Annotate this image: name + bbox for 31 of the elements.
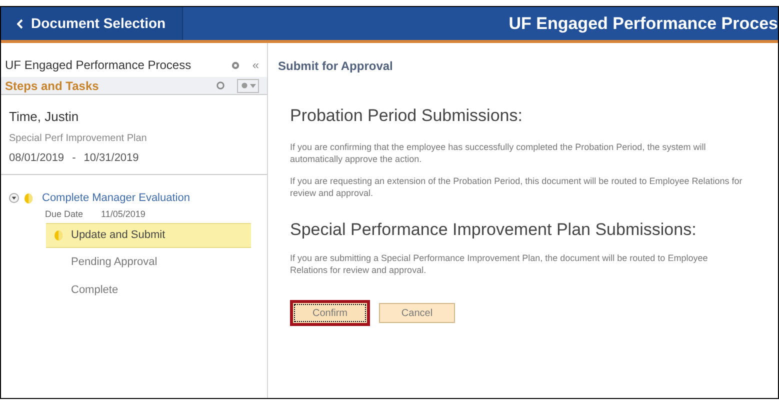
section-heading: Special Performance Improvement Plan Submissions: xyxy=(290,218,698,240)
end-date: 10/31/2019 xyxy=(84,150,139,166)
task-link[interactable]: Complete Manager Evaluation xyxy=(42,190,190,206)
plan-name: Special Perf Improvement Plan xyxy=(9,132,148,146)
caret-icon xyxy=(250,84,256,88)
section-heading: Probation Period Submissions: xyxy=(290,105,524,127)
info-paragraph: If you are requesting an extension of the Probation Period, this document will be routed to Employee Relations for review and approval. xyxy=(290,174,744,198)
refresh-icon[interactable] xyxy=(216,81,225,90)
gear-icon xyxy=(240,82,248,89)
due-date: 11/05/2019 xyxy=(101,208,146,222)
settings-icon[interactable] xyxy=(231,60,240,70)
collapse-button[interactable]: « xyxy=(252,56,259,74)
actions-menu-button[interactable] xyxy=(237,78,259,92)
date-separator: - xyxy=(72,150,76,166)
section-title: Steps and Tasks xyxy=(5,78,100,94)
start-date: 08/01/2019 xyxy=(9,150,64,166)
back-chevron-icon xyxy=(17,18,23,28)
sidebar-title: UF Engaged Performance Process xyxy=(5,57,192,74)
step-item[interactable]: Pending Approval xyxy=(46,248,251,276)
info-paragraph: If you are submitting a Special Performance Improvement Plan, the document will be routed to Employee Relations for review and approval. xyxy=(290,252,709,276)
collapse-toggle-icon[interactable] xyxy=(9,193,19,203)
page-title: UF Engaged Performance Proces xyxy=(508,12,778,35)
panel-title: Submit for Approval xyxy=(278,58,394,75)
back-button[interactable]: Document Selection xyxy=(1,7,183,40)
info-paragraph: If you are confirming that the employee has successfully completed the Probation Period, the system will automatically approve the action. xyxy=(290,140,707,164)
due-date-label: Due Date xyxy=(45,208,84,222)
action-button[interactable]: Cancel xyxy=(379,303,455,323)
step-item[interactable]: Update and Submit xyxy=(46,223,251,248)
employee-name: Time, Justin xyxy=(9,108,80,126)
action-button[interactable]: Confirm xyxy=(290,300,370,326)
step-item[interactable]: Complete xyxy=(46,276,251,304)
